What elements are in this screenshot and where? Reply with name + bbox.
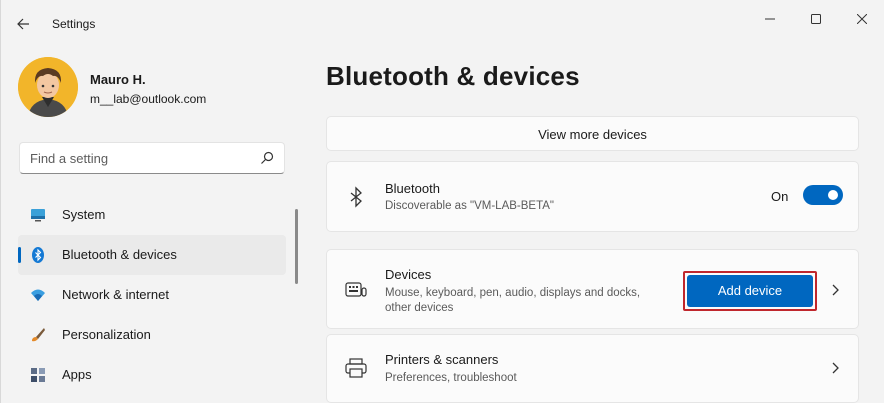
search-icon[interactable] — [260, 151, 274, 165]
chevron-right-icon[interactable] — [830, 283, 840, 297]
search-input[interactable]: Find a setting — [19, 142, 285, 174]
printer-icon — [345, 358, 367, 378]
sidebar-item-label: Bluetooth & devices — [62, 247, 177, 262]
toggle-knob — [828, 190, 838, 200]
add-device-button[interactable]: Add device — [687, 275, 813, 307]
bluetooth-toggle-label: On — [771, 189, 789, 204]
wifi-icon — [31, 289, 45, 301]
minimize-button[interactable] — [747, 6, 793, 32]
bluetooth-icon — [32, 247, 44, 263]
chevron-right-icon[interactable] — [830, 361, 840, 375]
devices-subtitle-line2: other devices — [385, 302, 454, 314]
sidebar-scrollbar[interactable] — [295, 209, 298, 284]
active-indicator — [18, 247, 21, 263]
bluetooth-subtitle: Discoverable as "VM-LAB-BETA" — [385, 200, 555, 212]
sidebar-item-label: Apps — [62, 367, 92, 382]
sidebar-item-label: Personalization — [62, 327, 151, 342]
sidebar-item-personalization[interactable]: Personalization — [18, 315, 286, 355]
settings-window: Settings Mauro H. m__lab@outlook.com Fin… — [0, 0, 884, 403]
maximize-button[interactable] — [793, 6, 839, 32]
sidebar-nav: System Bluetooth & devices Network & int… — [18, 195, 286, 395]
devices-subtitle-line1: Mouse, keyboard, pen, audio, displays an… — [385, 287, 641, 299]
user-avatar-icon — [18, 57, 78, 117]
page-title: Bluetooth & devices — [326, 61, 580, 91]
printers-subtitle: Preferences, troubleshoot — [385, 372, 517, 384]
add-device-highlight: Add device — [683, 271, 817, 311]
view-more-label: View more devices — [538, 127, 647, 142]
bluetooth-title: Bluetooth — [385, 181, 440, 196]
bluetooth-toggle[interactable] — [803, 185, 843, 205]
bluetooth-card: Bluetooth Discoverable as "VM-LAB-BETA" … — [326, 161, 859, 232]
sidebar-item-system[interactable]: System — [18, 195, 286, 235]
avatar[interactable] — [18, 57, 78, 117]
close-icon — [857, 14, 867, 24]
sidebar-item-label: System — [62, 207, 106, 222]
sidebar-item-network[interactable]: Network & internet — [18, 275, 286, 315]
printers-title: Printers & scanners — [385, 352, 499, 367]
maximize-icon — [811, 14, 821, 24]
close-button[interactable] — [839, 6, 884, 32]
title-bar: Settings — [1, 0, 884, 36]
sidebar-item-label: Network & internet — [62, 287, 169, 302]
devices-card[interactable]: Devices Mouse, keyboard, pen, audio, dis… — [326, 249, 859, 329]
view-more-devices-button[interactable]: View more devices — [326, 116, 859, 151]
back-button[interactable] — [11, 12, 35, 36]
brush-icon — [32, 328, 45, 342]
user-name: Mauro H. — [90, 72, 146, 87]
app-title: Settings — [52, 17, 96, 31]
printers-card[interactable]: Printers & scanners Preferences, trouble… — [326, 334, 859, 403]
sidebar-item-bluetooth[interactable]: Bluetooth & devices — [18, 235, 286, 275]
minimize-icon — [765, 18, 775, 20]
devices-title: Devices — [385, 267, 432, 282]
user-email: m__lab@outlook.com — [90, 92, 207, 106]
system-icon — [31, 209, 45, 222]
keyboard-mouse-icon — [345, 282, 367, 297]
apps-icon — [31, 368, 45, 382]
bluetooth-icon — [350, 186, 362, 208]
back-arrow-icon — [17, 18, 29, 30]
search-placeholder: Find a setting — [30, 151, 109, 166]
sidebar-item-apps[interactable]: Apps — [18, 355, 286, 395]
